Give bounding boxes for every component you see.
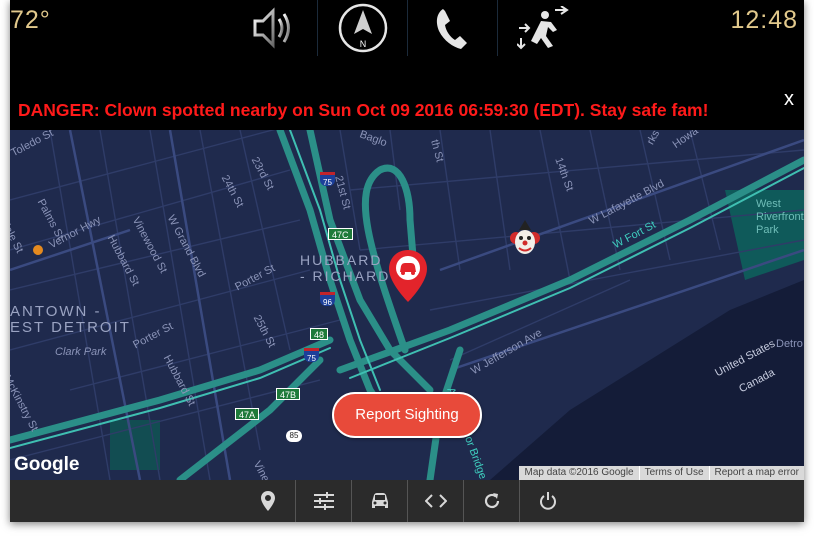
area-label-line: EST DETROIT [10, 319, 131, 336]
clock: 12:48 [730, 6, 798, 34]
interstate-shield: 75 [320, 172, 335, 187]
map-attribution: Map data ©2016 Google Terms of Use Repor… [519, 466, 804, 480]
area-label-line: HUBBARD [300, 252, 383, 268]
map[interactable]: Toledo St Palms St Vernor Hwy dale St W … [10, 130, 804, 480]
phone-button[interactable] [408, 0, 498, 56]
exit-shield: 47C [328, 228, 353, 240]
google-logo: Google [14, 454, 80, 475]
exit-shield: 48 [310, 328, 329, 340]
bottom-bar [10, 480, 804, 522]
location-pin-icon [260, 491, 275, 511]
close-alert-button[interactable]: x [784, 88, 794, 111]
exit-shield: 47B [276, 388, 301, 400]
state-shield: 85 [286, 430, 302, 442]
area-label-line: ANTOWN - [10, 303, 102, 320]
bottom-nav [240, 480, 576, 522]
report-sighting-button[interactable]: Report Sighting [332, 392, 482, 438]
navigation-button[interactable]: N [318, 0, 408, 56]
interstate-shield: 75 [304, 348, 319, 363]
climate-fan-icon [517, 6, 569, 50]
top-nav: N [228, 0, 588, 56]
exit-shield: 47A [235, 408, 260, 420]
report-map-error-link[interactable]: Report a map error [708, 466, 804, 480]
power-button[interactable] [520, 480, 576, 522]
compass-icon: N [338, 3, 387, 53]
car-display: 72° N 12:48 DANGER: Clown spotted nearby… [10, 0, 804, 522]
vehicle-button[interactable] [352, 480, 408, 522]
clown-marker-icon[interactable] [508, 220, 542, 260]
refresh-icon [484, 493, 499, 509]
code-icon [424, 494, 447, 508]
area-label-west-detroit: ANTOWN - EST DETROIT [10, 304, 131, 336]
power-icon [540, 492, 556, 510]
terms-of-use-link[interactable]: Terms of Use [638, 466, 709, 480]
audio-button[interactable] [228, 0, 318, 56]
interstate-shield: 96 [320, 292, 335, 307]
top-bar: 72° N 12:48 [10, 0, 804, 56]
park-label: West Riverfront Park [756, 198, 804, 236]
compass-letter: N [359, 39, 366, 49]
location-button[interactable] [240, 480, 296, 522]
map-data-credit: Map data ©2016 Google [524, 467, 634, 478]
sliders-icon [313, 492, 334, 510]
danger-alert: DANGER: Clown spotted nearby on Sun Oct … [10, 56, 804, 130]
park-label: Clark Park [55, 346, 107, 358]
settings-button[interactable] [296, 480, 352, 522]
speaker-icon [253, 7, 290, 49]
phone-icon [436, 9, 467, 49]
area-label-hubbard-richard: HUBBARD - RICHARD [300, 252, 390, 284]
vehicle-location-pin-icon[interactable] [387, 248, 429, 304]
developer-button[interactable] [408, 480, 464, 522]
temperature: 72° [10, 6, 51, 34]
alert-message: DANGER: Clown spotted nearby on Sun Oct … [18, 100, 709, 120]
climate-button[interactable] [498, 0, 588, 56]
refresh-button[interactable] [464, 480, 520, 522]
car-icon [371, 493, 388, 508]
area-label-line: - RICHARD [300, 268, 391, 284]
restaurant-marker[interactable] [33, 245, 43, 255]
street-label: Detro [776, 338, 803, 350]
